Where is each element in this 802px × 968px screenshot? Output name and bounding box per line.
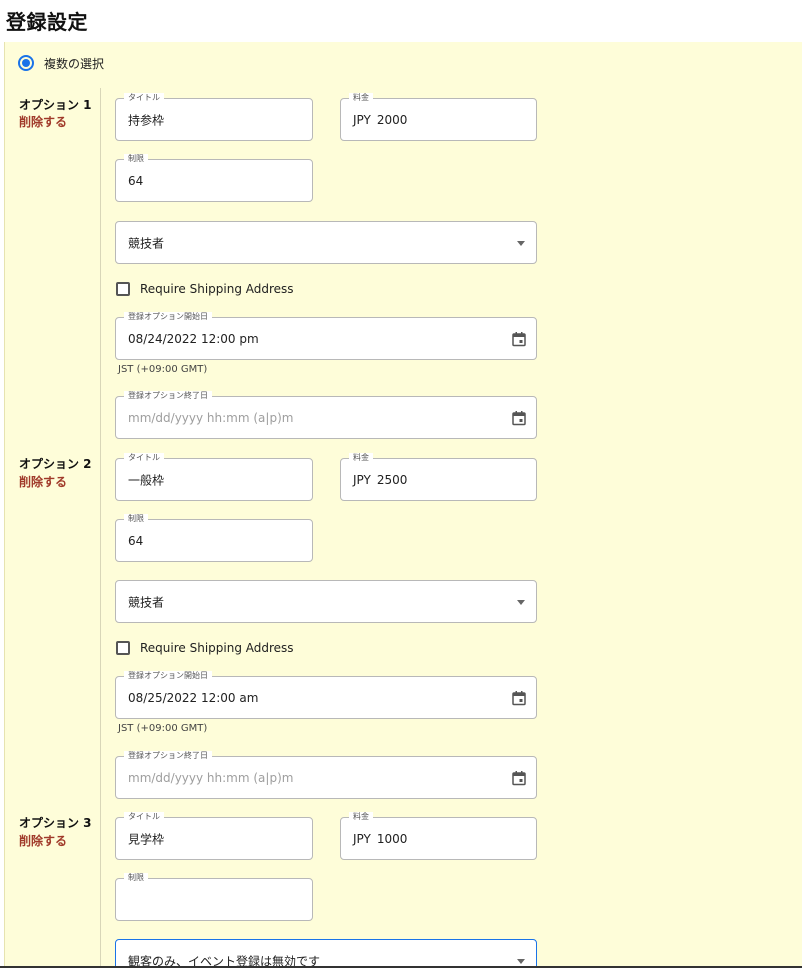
end-date-label: 登録オプション終了日 [124, 391, 212, 401]
option-2-limit-field[interactable]: 制限 64 [115, 514, 313, 562]
option-1-start-date-field[interactable]: 登録オプション開始日 08/24/2022 12:00 pm [115, 312, 537, 360]
option-1-price-field[interactable]: 料金 JPY 2000 [340, 93, 537, 141]
require-shipping-label: Require Shipping Address [140, 641, 294, 655]
option-1-end-date-field[interactable]: 登録オプション終了日 mm/dd/yyyy hh:mm (a|p)m [115, 391, 537, 439]
option-1-limit-field[interactable]: 制限 64 [115, 154, 313, 202]
option-2-title-field[interactable]: タイトル 一般枠 [115, 453, 313, 501]
option-2-type-value: 競技者 [128, 595, 165, 609]
option-2-title-value: 一般枠 [128, 473, 165, 487]
require-shipping-label: Require Shipping Address [140, 282, 294, 296]
option-2-label: オプション 2 [19, 457, 92, 471]
option-1-title-field[interactable]: タイトル 持参枠 [115, 93, 313, 141]
title-field-label: タイトル [124, 93, 164, 103]
option-2-end-date-placeholder: mm/dd/yyyy hh:mm (a|p)m [128, 770, 294, 785]
option-3-type-select[interactable]: 観客のみ、イベント登録は無効です [115, 939, 537, 968]
chevron-down-icon [517, 599, 525, 605]
option-1-require-shipping[interactable]: Require Shipping Address [116, 281, 294, 297]
calendar-icon[interactable] [512, 770, 526, 785]
option-3-label: オプション 3 [19, 816, 92, 830]
start-date-label: 登録オプション開始日 [124, 312, 212, 322]
option-1-end-date-placeholder: mm/dd/yyyy hh:mm (a|p)m [128, 410, 294, 425]
chevron-down-icon [517, 958, 525, 964]
option-1-type-select[interactable]: 競技者 [115, 221, 537, 264]
option-2-start-date-field[interactable]: 登録オプション開始日 08/25/2022 12:00 am [115, 671, 537, 719]
option-3-price-field[interactable]: 料金 JPY 1000 [340, 812, 537, 860]
calendar-icon[interactable] [512, 690, 526, 705]
option-3-price-value: 1000 [376, 831, 408, 846]
options-divider [100, 88, 101, 968]
price-field-label: 料金 [349, 812, 373, 822]
option-2-start-date-value: 08/25/2022 12:00 am [128, 690, 259, 705]
limit-field-label: 制限 [124, 154, 148, 164]
option-3-title-value: 見学枠 [128, 832, 165, 846]
option-2-type-select[interactable]: 競技者 [115, 580, 537, 623]
option-1-start-date-value: 08/24/2022 12:00 pm [128, 331, 259, 346]
option-2-delete-link[interactable]: 削除する [19, 473, 67, 490]
title-field-label: タイトル [124, 812, 164, 822]
currency-prefix: JPY [353, 472, 371, 487]
price-field-label: 料金 [349, 93, 373, 103]
option-2-price-field[interactable]: 料金 JPY 2500 [340, 453, 537, 501]
limit-field-label: 制限 [124, 873, 148, 883]
calendar-icon[interactable] [512, 331, 526, 346]
option-1-shipping-checkbox[interactable] [116, 282, 130, 296]
option-1-price-value: 2000 [376, 112, 408, 127]
page-title: 登録設定 [6, 10, 88, 34]
calendar-icon[interactable] [512, 410, 526, 425]
price-field-label: 料金 [349, 453, 373, 463]
multi-select-label: 複数の選択 [44, 56, 105, 71]
option-2-require-shipping[interactable]: Require Shipping Address [116, 640, 294, 656]
option-1-timezone: JST (+09:00 GMT) [118, 364, 208, 375]
currency-prefix: JPY [353, 112, 371, 127]
title-field-label: タイトル [124, 453, 164, 463]
option-1-limit-value: 64 [128, 173, 144, 188]
option-3-title-field[interactable]: タイトル 見学枠 [115, 812, 313, 860]
currency-prefix: JPY [353, 831, 371, 846]
option-1-type-value: 競技者 [128, 236, 165, 250]
option-2-end-date-field[interactable]: 登録オプション終了日 mm/dd/yyyy hh:mm (a|p)m [115, 751, 537, 799]
multi-select-radio[interactable]: 複数の選択 [18, 54, 104, 72]
option-2-timezone: JST (+09:00 GMT) [118, 723, 208, 734]
start-date-label: 登録オプション開始日 [124, 671, 212, 681]
option-2-price-value: 2500 [376, 472, 408, 487]
option-1-delete-link[interactable]: 削除する [19, 113, 67, 130]
option-3-delete-link[interactable]: 削除する [19, 832, 67, 849]
radio-selected-icon[interactable] [18, 55, 34, 71]
end-date-label: 登録オプション終了日 [124, 751, 212, 761]
option-2-shipping-checkbox[interactable] [116, 641, 130, 655]
chevron-down-icon [517, 240, 525, 246]
option-1-title-value: 持参枠 [128, 113, 165, 127]
option-3-limit-field[interactable]: 制限 [115, 873, 313, 921]
limit-field-label: 制限 [124, 514, 148, 524]
option-2-limit-value: 64 [128, 533, 144, 548]
option-1-label: オプション 1 [19, 98, 92, 112]
